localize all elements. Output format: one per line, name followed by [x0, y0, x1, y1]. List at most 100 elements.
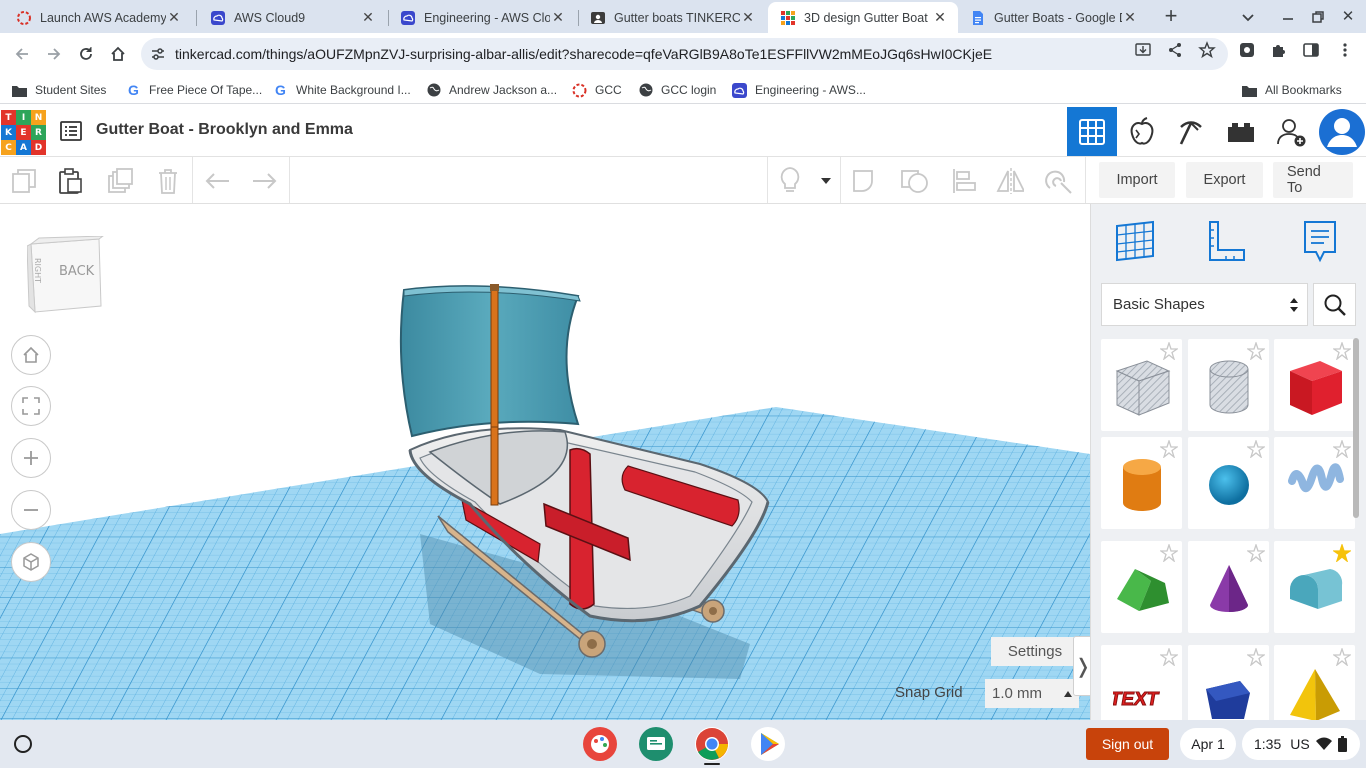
site-info-icon[interactable]: [151, 47, 165, 61]
design-list-icon[interactable]: [60, 120, 82, 142]
shape-cylinder-hole[interactable]: [1188, 339, 1269, 431]
workplane-tool-button[interactable]: [1113, 218, 1157, 264]
shape-sphere[interactable]: [1188, 437, 1269, 529]
shape-cylinder[interactable]: [1101, 437, 1182, 529]
bookmark-item[interactable]: G White Background I...: [273, 81, 411, 99]
user-avatar[interactable]: [1317, 107, 1366, 156]
workplane-canvas[interactable]: [0, 204, 1090, 720]
workplane-viewport[interactable]: BACK RIGHT Settings Snap Grid 1.0 mm ❭: [0, 204, 1090, 720]
extensions-puzzle-icon[interactable]: [1270, 41, 1288, 59]
close-tab-icon[interactable]: ✕: [740, 9, 756, 26]
3d-view-grid-button[interactable]: [1067, 107, 1117, 156]
zoom-in-button[interactable]: [11, 438, 51, 478]
shape-box-hole[interactable]: [1101, 339, 1182, 431]
send-to-button[interactable]: Send To: [1273, 162, 1353, 198]
forward-arrow-icon[interactable]: [41, 41, 67, 67]
browser-tab[interactable]: AWS Cloud9 ✕: [198, 2, 386, 33]
shape-cone[interactable]: [1188, 541, 1269, 633]
group-shape-icon[interactable]: [852, 167, 880, 195]
home-icon[interactable]: [105, 41, 131, 67]
new-tab-icon[interactable]: +: [1160, 5, 1182, 27]
home-view-button[interactable]: [11, 335, 51, 375]
trash-icon[interactable]: [154, 167, 182, 195]
launcher-icon[interactable]: [14, 735, 32, 753]
tinkercad-logo[interactable]: T I N K E R C A D: [1, 110, 46, 155]
date-tray[interactable]: Apr 1: [1180, 728, 1236, 760]
minimize-icon[interactable]: [1278, 7, 1298, 27]
browser-tab[interactable]: Gutter boats TINKERCA ✕: [578, 2, 766, 33]
close-tab-icon[interactable]: ✕: [550, 9, 566, 26]
shape-text[interactable]: TEXT: [1101, 645, 1182, 720]
mirror-icon[interactable]: [996, 167, 1024, 195]
bookmark-item[interactable]: Andrew Jackson a...: [426, 81, 557, 99]
paste-icon[interactable]: [56, 167, 84, 195]
snap-grid-select[interactable]: 1.0 mm: [985, 679, 1079, 708]
ortho-view-button[interactable]: [11, 542, 51, 582]
duplicate-icon[interactable]: [106, 167, 134, 195]
bookmark-star-icon[interactable]: [1198, 41, 1216, 59]
shape-search-button[interactable]: [1313, 283, 1356, 326]
close-tab-icon[interactable]: ✕: [1122, 9, 1138, 26]
undo-icon[interactable]: [204, 167, 232, 195]
copy-icon[interactable]: [10, 167, 38, 195]
caret-down-icon[interactable]: [812, 167, 840, 195]
import-button[interactable]: Import: [1099, 162, 1175, 198]
install-app-icon[interactable]: [1134, 41, 1152, 59]
notes-tool-button[interactable]: [1298, 218, 1342, 264]
align-icon[interactable]: [950, 167, 978, 195]
shape-round-roof[interactable]: [1274, 541, 1355, 633]
canvas-app-icon[interactable]: [583, 727, 617, 761]
shape-roof[interactable]: [1101, 541, 1182, 633]
collapse-panel-toggle[interactable]: ❭: [1073, 636, 1090, 696]
share-icon[interactable]: [1166, 41, 1184, 59]
browser-tab[interactable]: Launch AWS Academy ✕: [4, 2, 192, 33]
lego-brick-button[interactable]: [1216, 107, 1266, 156]
side-panel-icon[interactable]: [1302, 41, 1320, 59]
invite-user-button[interactable]: [1266, 107, 1316, 156]
minecraft-pickaxe-button[interactable]: [1166, 107, 1216, 156]
tab-search-chevron-icon[interactable]: [1238, 7, 1258, 27]
address-bar[interactable]: tinkercad.com/things/aOUFZMpnZVJ-surpris…: [141, 38, 1228, 70]
chrome-app-icon[interactable]: [695, 727, 729, 761]
shape-category-select[interactable]: Basic Shapes: [1101, 283, 1308, 326]
all-bookmarks-button[interactable]: All Bookmarks: [1242, 81, 1342, 99]
view-cube[interactable]: BACK RIGHT: [26, 235, 105, 314]
back-arrow-icon[interactable]: [9, 41, 35, 67]
bookmark-item[interactable]: Student Sites: [12, 81, 106, 99]
bookmark-item[interactable]: GCC login: [638, 81, 716, 99]
browser-tab[interactable]: Gutter Boats - Google D ✕: [958, 2, 1148, 33]
fit-view-button[interactable]: [11, 386, 51, 426]
classroom-app-icon[interactable]: [639, 727, 673, 761]
close-window-icon[interactable]: ✕: [1338, 7, 1358, 27]
zoom-out-button[interactable]: [11, 490, 51, 530]
bookmark-item[interactable]: GCC: [572, 81, 622, 99]
bookmark-item[interactable]: Engineering - AWS...: [732, 81, 866, 99]
browser-tab-active[interactable]: 3D design Gutter Boat ✕: [768, 2, 958, 33]
restore-icon[interactable]: [1308, 7, 1328, 27]
redo-icon[interactable]: [250, 167, 278, 195]
shape-pyramid[interactable]: [1274, 645, 1355, 720]
close-tab-icon[interactable]: ✕: [360, 9, 376, 26]
bookmark-item[interactable]: G Free Piece Of Tape...: [126, 81, 262, 99]
shape-polygon[interactable]: [1188, 645, 1269, 720]
lightbulb-icon[interactable]: [776, 167, 804, 195]
shapes-panel-scrollbar[interactable]: [1353, 338, 1359, 518]
ungroup-icon[interactable]: [900, 167, 928, 195]
sim-lab-button[interactable]: [1117, 107, 1167, 156]
design-title[interactable]: Gutter Boat - Brooklyn and Emma: [96, 121, 353, 139]
more-menu-icon[interactable]: [1336, 41, 1354, 59]
reload-icon[interactable]: [73, 41, 99, 67]
status-tray[interactable]: 1:35 US: [1242, 728, 1360, 760]
settings-button[interactable]: Settings: [991, 637, 1079, 666]
ruler-tool-button[interactable]: [1204, 218, 1248, 264]
shape-scribble[interactable]: [1274, 437, 1355, 529]
shape-box[interactable]: [1274, 339, 1355, 431]
close-tab-icon[interactable]: ✕: [166, 9, 182, 26]
play-store-app-icon[interactable]: [751, 727, 785, 761]
extension-icon[interactable]: [1238, 41, 1256, 59]
browser-tab[interactable]: Engineering - AWS Clo ✕: [388, 2, 576, 33]
cruise-magnet-icon[interactable]: [1044, 167, 1072, 195]
close-tab-icon[interactable]: ✕: [932, 9, 948, 26]
sign-out-button[interactable]: Sign out: [1086, 728, 1169, 760]
export-button[interactable]: Export: [1186, 162, 1263, 198]
